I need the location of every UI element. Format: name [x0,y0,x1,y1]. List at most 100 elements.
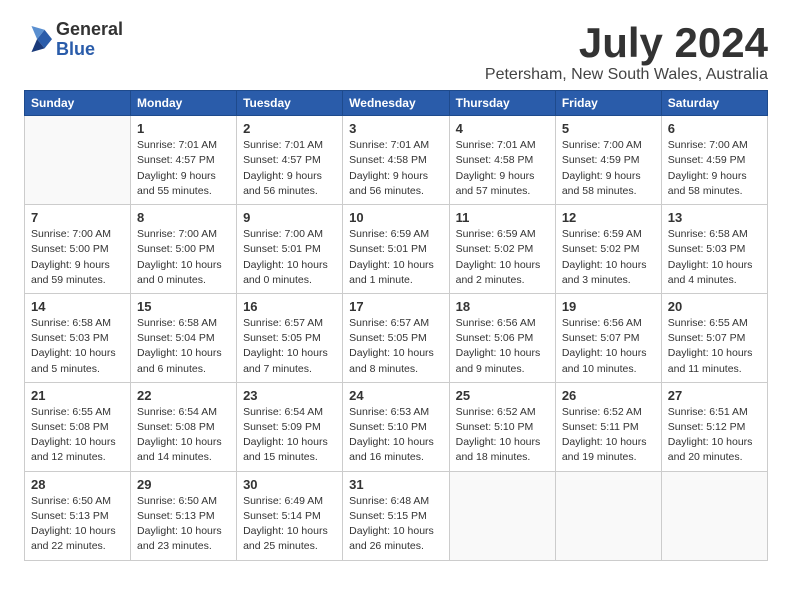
weekday-header-thursday: Thursday [449,91,555,116]
week-row-3: 14 Sunrise: 6:58 AMSunset: 5:03 PMDayligh… [25,293,768,382]
day-number: 17 [349,299,442,314]
day-info: Sunrise: 6:58 AMSunset: 5:03 PMDaylight:… [31,316,124,377]
day-info: Sunrise: 6:58 AMSunset: 5:04 PMDaylight:… [137,316,230,377]
calendar-cell: 21Sunrise: 6:55 AMSunset: 5:08 PMDayligh… [25,382,131,471]
week-row-2: 7 Sunrise: 7:00 AMSunset: 5:00 PMDaylight… [25,205,768,294]
day-number: 30 [243,477,336,492]
day-info: Sunrise: 7:00 AMSunset: 4:59 PMDaylight:… [668,138,761,199]
day-info: Sunrise: 6:56 AMSunset: 5:06 PMDaylight:… [456,316,549,377]
day-info: Sunrise: 6:50 AMSunset: 5:13 PMDaylight:… [31,494,124,555]
day-info: Sunrise: 6:59 AMSunset: 5:02 PMDaylight:… [562,227,655,288]
day-info: Sunrise: 6:54 AMSunset: 5:09 PMDaylight:… [243,405,336,466]
day-number: 9 [243,210,336,225]
weekday-header-row: SundayMondayTuesdayWednesdayThursdayFrid… [25,91,768,116]
day-info: Sunrise: 6:51 AMSunset: 5:12 PMDaylight:… [668,405,761,466]
logo-text: General Blue [56,20,123,60]
weekday-header-wednesday: Wednesday [343,91,449,116]
day-info: Sunrise: 7:01 AMSunset: 4:58 PMDaylight:… [456,138,549,199]
calendar-cell: 29Sunrise: 6:50 AMSunset: 5:13 PMDayligh… [131,471,237,560]
day-info: Sunrise: 6:59 AMSunset: 5:02 PMDaylight:… [456,227,549,288]
day-number: 4 [456,121,549,136]
day-number: 16 [243,299,336,314]
logo: General Blue [24,20,123,60]
day-info: Sunrise: 7:00 AMSunset: 5:00 PMDaylight:… [137,227,230,288]
day-number: 13 [668,210,761,225]
calendar-cell [555,471,661,560]
calendar-cell: 7 Sunrise: 7:00 AMSunset: 5:00 PMDaylight… [25,205,131,294]
day-number: 22 [137,388,230,403]
calendar-cell: 6 Sunrise: 7:00 AMSunset: 4:59 PMDaylight… [661,116,767,205]
day-number: 2 [243,121,336,136]
day-info: Sunrise: 6:55 AMSunset: 5:07 PMDaylight:… [668,316,761,377]
day-number: 25 [456,388,549,403]
day-number: 27 [668,388,761,403]
day-number: 31 [349,477,442,492]
day-info: Sunrise: 6:53 AMSunset: 5:10 PMDaylight:… [349,405,442,466]
day-info: Sunrise: 6:55 AMSunset: 5:08 PMDaylight:… [31,405,124,466]
calendar-table: SundayMondayTuesdayWednesdayThursdayFrid… [24,90,768,560]
day-info: Sunrise: 7:00 AMSunset: 5:01 PMDaylight:… [243,227,336,288]
day-info: Sunrise: 6:58 AMSunset: 5:03 PMDaylight:… [668,227,761,288]
day-info: Sunrise: 6:54 AMSunset: 5:08 PMDaylight:… [137,405,230,466]
day-number: 18 [456,299,549,314]
day-number: 20 [668,299,761,314]
day-number: 6 [668,121,761,136]
day-number: 14 [31,299,124,314]
day-number: 3 [349,121,442,136]
weekday-header-monday: Monday [131,91,237,116]
calendar-cell: 1Sunrise: 7:01 AMSunset: 4:57 PMDaylight… [131,116,237,205]
logo-general-text: General [56,20,123,40]
calendar-cell: 22 Sunrise: 6:54 AMSunset: 5:08 PMDayligh… [131,382,237,471]
calendar-cell: 8 Sunrise: 7:00 AMSunset: 5:00 PMDaylight… [131,205,237,294]
calendar-cell: 28Sunrise: 6:50 AMSunset: 5:13 PMDayligh… [25,471,131,560]
calendar-cell: 12 Sunrise: 6:59 AMSunset: 5:02 PMDayligh… [555,205,661,294]
day-info: Sunrise: 6:50 AMSunset: 5:13 PMDaylight:… [137,494,230,555]
day-number: 24 [349,388,442,403]
week-row-5: 28Sunrise: 6:50 AMSunset: 5:13 PMDayligh… [25,471,768,560]
title-area: July 2024 Petersham, New South Wales, Au… [485,20,768,84]
day-info: Sunrise: 6:57 AMSunset: 5:05 PMDaylight:… [243,316,336,377]
calendar-cell: 30Sunrise: 6:49 AMSunset: 5:14 PMDayligh… [237,471,343,560]
calendar-cell: 5Sunrise: 7:00 AMSunset: 4:59 PMDaylight… [555,116,661,205]
weekday-header-tuesday: Tuesday [237,91,343,116]
day-number: 19 [562,299,655,314]
day-info: Sunrise: 6:57 AMSunset: 5:05 PMDaylight:… [349,316,442,377]
calendar-cell: 14 Sunrise: 6:58 AMSunset: 5:03 PMDayligh… [25,293,131,382]
day-info: Sunrise: 7:01 AMSunset: 4:57 PMDaylight:… [137,138,230,199]
day-info: Sunrise: 6:48 AMSunset: 5:15 PMDaylight:… [349,494,442,555]
calendar-cell: 27 Sunrise: 6:51 AMSunset: 5:12 PMDayligh… [661,382,767,471]
day-number: 8 [137,210,230,225]
weekday-header-saturday: Saturday [661,91,767,116]
calendar-cell: 17 Sunrise: 6:57 AMSunset: 5:05 PMDayligh… [343,293,449,382]
day-info: Sunrise: 6:56 AMSunset: 5:07 PMDaylight:… [562,316,655,377]
day-number: 15 [137,299,230,314]
calendar-cell: 10Sunrise: 6:59 AMSunset: 5:01 PMDayligh… [343,205,449,294]
day-number: 11 [456,210,549,225]
day-number: 7 [31,210,124,225]
day-number: 23 [243,388,336,403]
calendar-cell: 18 Sunrise: 6:56 AMSunset: 5:06 PMDayligh… [449,293,555,382]
calendar-cell: 2Sunrise: 7:01 AMSunset: 4:57 PMDaylight… [237,116,343,205]
week-row-1: 1Sunrise: 7:01 AMSunset: 4:57 PMDaylight… [25,116,768,205]
calendar-cell: 13 Sunrise: 6:58 AMSunset: 5:03 PMDayligh… [661,205,767,294]
day-number: 10 [349,210,442,225]
day-number: 12 [562,210,655,225]
day-info: Sunrise: 7:01 AMSunset: 4:58 PMDaylight:… [349,138,442,199]
calendar-cell: 25Sunrise: 6:52 AMSunset: 5:10 PMDayligh… [449,382,555,471]
day-info: Sunrise: 6:52 AMSunset: 5:11 PMDaylight:… [562,405,655,466]
month-title: July 2024 [485,20,768,66]
logo-icon [24,26,52,54]
calendar-cell: 31 Sunrise: 6:48 AMSunset: 5:15 PMDayligh… [343,471,449,560]
day-info: Sunrise: 7:00 AMSunset: 5:00 PMDaylight:… [31,227,124,288]
calendar-cell [25,116,131,205]
week-row-4: 21Sunrise: 6:55 AMSunset: 5:08 PMDayligh… [25,382,768,471]
weekday-header-sunday: Sunday [25,91,131,116]
calendar-cell: 15 Sunrise: 6:58 AMSunset: 5:04 PMDayligh… [131,293,237,382]
calendar-cell: 26 Sunrise: 6:52 AMSunset: 5:11 PMDayligh… [555,382,661,471]
calendar-cell: 9 Sunrise: 7:00 AMSunset: 5:01 PMDaylight… [237,205,343,294]
day-number: 26 [562,388,655,403]
calendar-cell: 23 Sunrise: 6:54 AMSunset: 5:09 PMDayligh… [237,382,343,471]
location-title: Petersham, New South Wales, Australia [485,66,768,84]
calendar-cell: 11 Sunrise: 6:59 AMSunset: 5:02 PMDayligh… [449,205,555,294]
calendar-cell: 16 Sunrise: 6:57 AMSunset: 5:05 PMDayligh… [237,293,343,382]
